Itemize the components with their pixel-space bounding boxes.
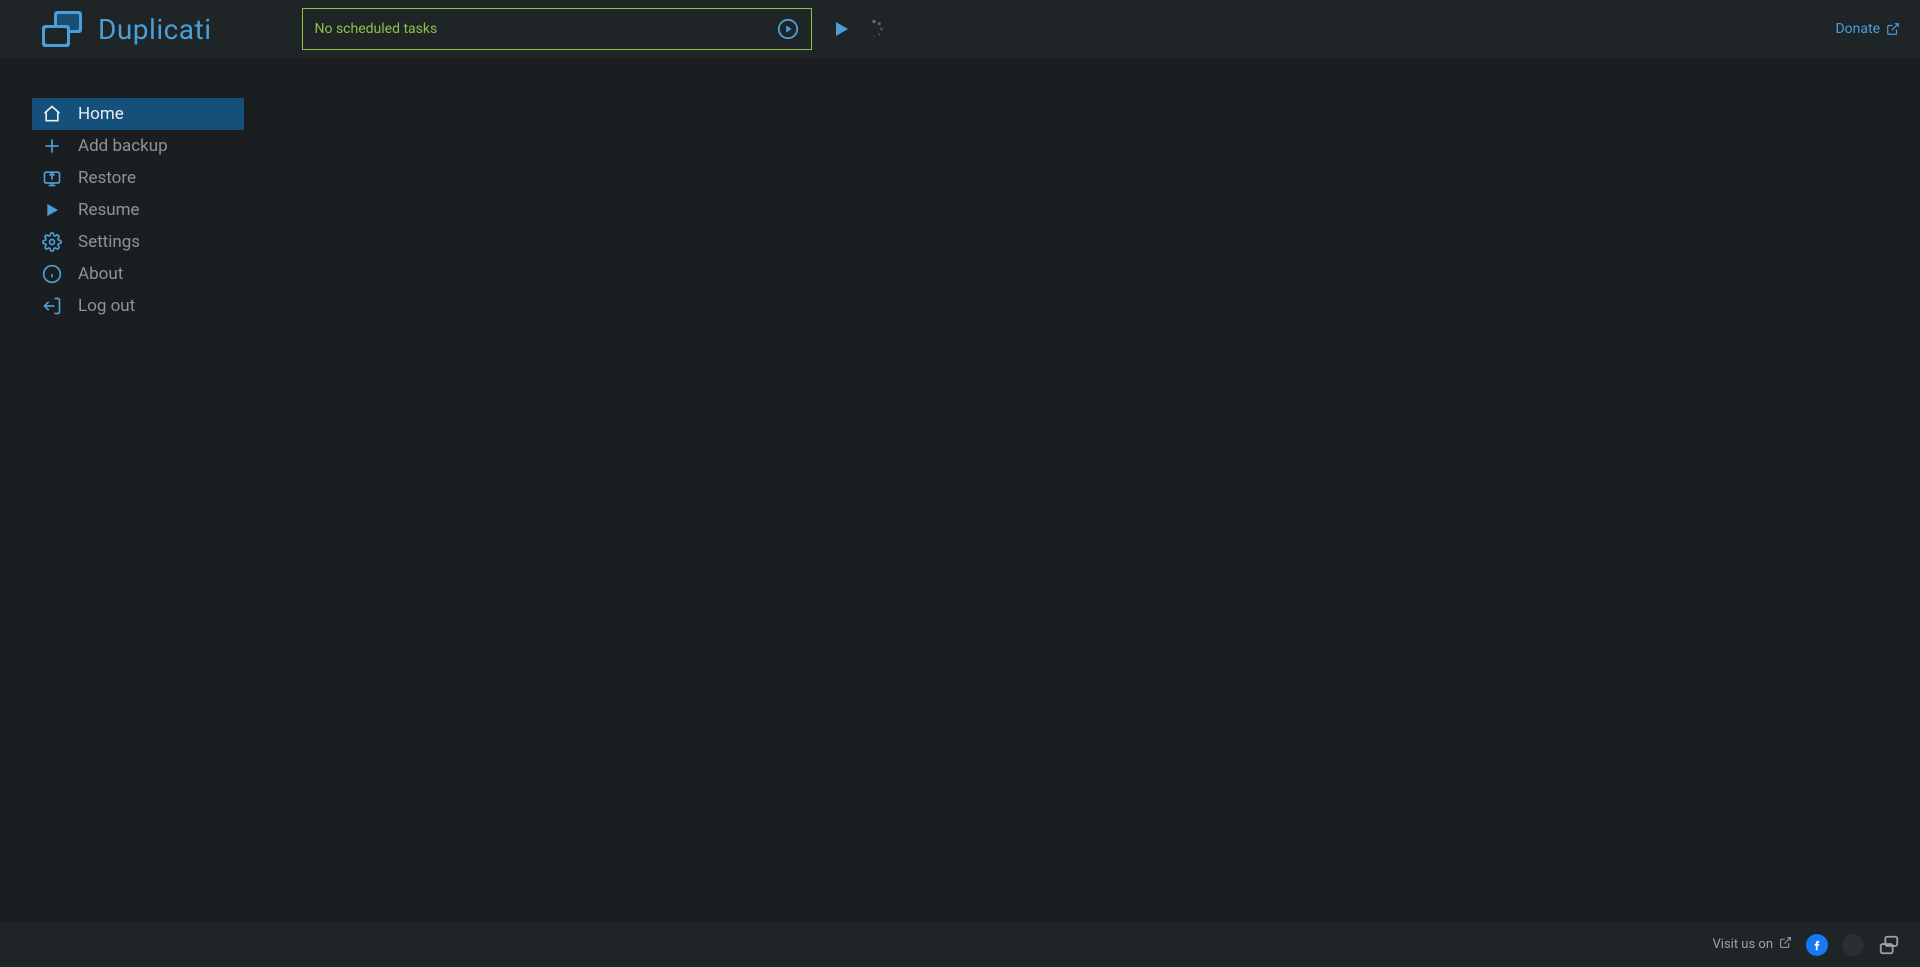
sidebar-item-logout[interactable]: Log out	[32, 290, 244, 322]
logout-icon	[42, 296, 62, 316]
sidebar-item-label: Home	[78, 104, 124, 124]
donate-link[interactable]: Donate	[1835, 21, 1900, 37]
visit-us-link[interactable]: Visit us on	[1713, 936, 1792, 953]
sidebar-item-label: About	[78, 264, 123, 284]
sidebar: Home Add backup Restore Resume	[32, 98, 244, 322]
main-content	[260, 58, 1920, 922]
restore-icon	[42, 168, 62, 188]
sidebar-item-label: Settings	[78, 232, 140, 252]
sidebar-item-resume[interactable]: Resume	[32, 194, 244, 226]
status-text: No scheduled tasks	[315, 21, 438, 37]
app-logo-icon	[38, 5, 86, 53]
sidebar-item-label: Resume	[78, 200, 140, 220]
sidebar-item-label: Restore	[78, 168, 136, 188]
visit-label: Visit us on	[1713, 937, 1773, 952]
duplicati-logo-icon[interactable]	[1878, 934, 1900, 956]
info-icon	[42, 264, 62, 284]
facebook-icon[interactable]	[1806, 934, 1828, 956]
social-icon[interactable]	[1842, 934, 1864, 956]
sidebar-item-add-backup[interactable]: Add backup	[32, 130, 244, 162]
header: Duplicati No scheduled tasks	[0, 0, 1920, 58]
throbber-icon	[864, 19, 884, 39]
run-now-icon[interactable]	[777, 18, 799, 40]
external-link-icon	[1886, 22, 1900, 36]
sidebar-item-home[interactable]: Home	[32, 98, 244, 130]
donate-label: Donate	[1835, 21, 1880, 37]
logo-block[interactable]: Duplicati	[38, 5, 212, 53]
header-controls	[834, 19, 884, 39]
plus-icon	[42, 136, 62, 156]
sidebar-item-about[interactable]: About	[32, 258, 244, 290]
play-icon[interactable]	[834, 21, 850, 37]
sidebar-item-restore[interactable]: Restore	[32, 162, 244, 194]
sidebar-item-settings[interactable]: Settings	[32, 226, 244, 258]
external-link-icon	[1779, 936, 1792, 953]
status-box: No scheduled tasks	[302, 8, 812, 50]
footer: Visit us on	[0, 922, 1920, 967]
app-title: Duplicati	[98, 13, 212, 46]
gear-icon	[42, 232, 62, 252]
home-icon	[42, 104, 62, 124]
sidebar-item-label: Add backup	[78, 136, 168, 156]
sidebar-item-label: Log out	[78, 296, 135, 316]
play-icon	[42, 200, 62, 220]
